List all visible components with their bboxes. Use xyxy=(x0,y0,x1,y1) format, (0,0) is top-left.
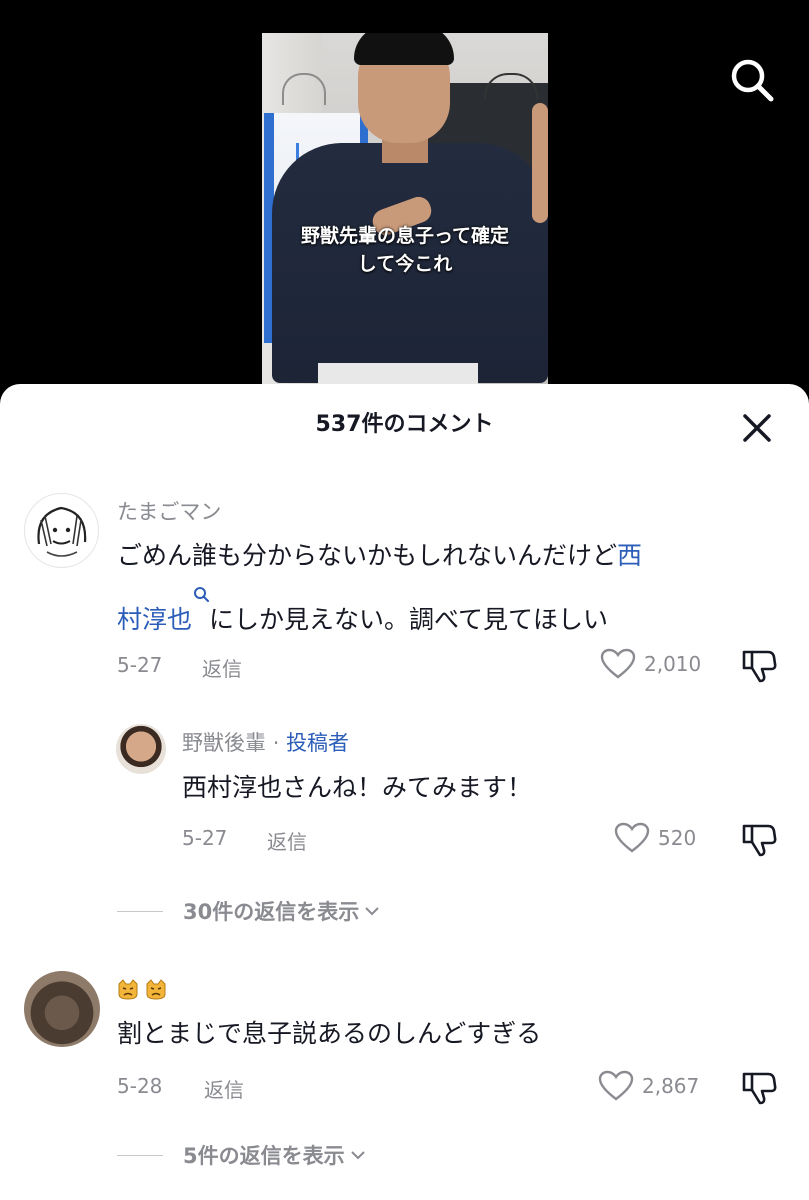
like-button[interactable]: 520 xyxy=(614,822,696,854)
dislike-icon[interactable] xyxy=(740,1070,778,1110)
person-link[interactable]: 村淳也 xyxy=(117,605,192,634)
video-caption: 野獣先輩の息子って確定 して今これ xyxy=(262,222,548,278)
chevron-down-icon xyxy=(365,907,379,916)
comment-text-part: ごめん誰も分からないかもしれないんだけど xyxy=(117,541,618,570)
like-count: 520 xyxy=(658,826,697,850)
chevron-down-icon xyxy=(350,1151,365,1160)
dislike-icon[interactable] xyxy=(740,822,778,862)
angry-cat-face-icon xyxy=(146,979,166,1000)
comment-text: 割とまじで息子説あるのしんどすぎる xyxy=(117,1019,542,1048)
divider-line xyxy=(117,910,163,912)
avatar[interactable] xyxy=(116,724,166,774)
comment-text-part: にしか見えない。調べて見てほしい xyxy=(209,605,609,634)
reply-username[interactable]: 野獣後輩 · 投稿者 xyxy=(182,727,349,757)
video-caption-line-2: して今これ xyxy=(357,253,453,275)
person-link-part[interactable]: 西 xyxy=(617,541,642,570)
angry-cat-face-icon xyxy=(118,979,138,1000)
like-button[interactable]: 2,010 xyxy=(600,648,701,680)
comment-sheet: 537件のコメント たまごマン ごめん誰も分からないかもしれないんだけど西 村淳… xyxy=(0,384,809,1200)
reply-button[interactable]: 返信 xyxy=(267,826,307,855)
author-separator: · xyxy=(272,731,280,755)
video-caption-line-1: 野獣先輩の息子って確定 xyxy=(300,225,510,247)
close-icon[interactable] xyxy=(735,406,779,450)
like-button[interactable]: 2,867 xyxy=(598,1070,699,1102)
avatar[interactable] xyxy=(24,493,99,568)
video-area: 野獣先輩の息子って確定 して今これ xyxy=(0,0,809,420)
comment-text: ごめん誰も分からないかもしれないんだけど西 村淳也 にしか見えない。調べて見てほし… xyxy=(117,526,777,650)
person-hair xyxy=(354,33,454,65)
view-replies-button[interactable]: 5件の返信を表示 xyxy=(117,1140,367,1170)
comment-date: 5-27 xyxy=(117,653,163,677)
comment-username[interactable]: たまごマン xyxy=(117,496,221,526)
search-icon[interactable] xyxy=(726,54,778,106)
reply-button[interactable]: 返信 xyxy=(202,653,242,682)
reply-button[interactable]: 返信 xyxy=(204,1074,244,1103)
reply-username-text: 野獣後輩 xyxy=(182,731,266,755)
heart-icon xyxy=(614,822,650,853)
video-thumbnail[interactable] xyxy=(262,33,548,393)
author-tag: 投稿者 xyxy=(286,731,350,755)
comment-date: 5-28 xyxy=(117,1074,163,1098)
view-replies-label: 5件の返信を表示 xyxy=(183,1144,345,1168)
comment-count-title: 537件のコメント xyxy=(315,412,494,437)
avatar[interactable] xyxy=(24,971,100,1047)
divider-line xyxy=(117,1154,163,1156)
reply-text: 西村淳也さんね！みてみます！ xyxy=(182,773,533,802)
dislike-icon[interactable] xyxy=(740,648,778,688)
like-count: 2,867 xyxy=(642,1074,700,1098)
comment-username[interactable] xyxy=(117,976,173,1000)
search-icon[interactable] xyxy=(193,586,210,606)
hanger-shape xyxy=(484,73,538,99)
view-replies-label: 30件の返信を表示 xyxy=(183,900,360,924)
hanger-shape xyxy=(282,73,326,105)
view-replies-button[interactable]: 30件の返信を表示 xyxy=(117,896,381,926)
reply-date: 5-27 xyxy=(182,826,228,850)
heart-icon xyxy=(600,648,636,679)
heart-icon xyxy=(598,1070,634,1101)
person-arm xyxy=(532,103,548,223)
like-count: 2,010 xyxy=(644,652,702,676)
